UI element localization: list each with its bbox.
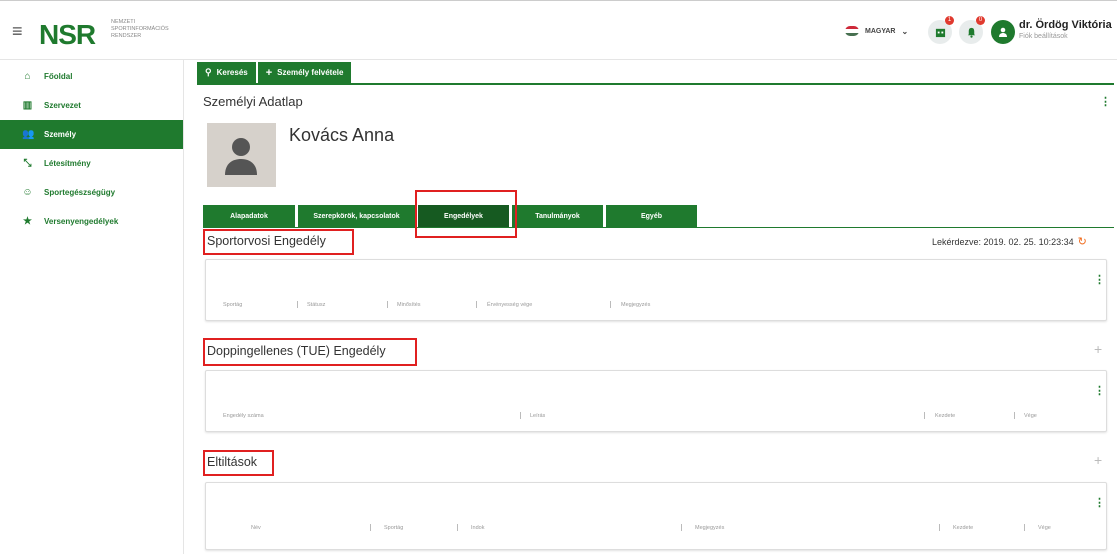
sidebar-item-facility[interactable]: ⤡ Létesítmény (0, 149, 183, 178)
star-icon: ★ (23, 216, 32, 227)
sports-medical-more-icon[interactable]: ⋮ (1094, 273, 1105, 286)
nsr-logo[interactable]: NSR (39, 19, 96, 51)
column-header[interactable]: Kezdete (935, 413, 955, 419)
column-separator (681, 524, 682, 531)
sidebar-item-organization[interactable]: ▥ Szervezet (0, 91, 183, 120)
sidebar-item-competition-licenses[interactable]: ★ Versenyengedélyek (0, 207, 183, 236)
column-header[interactable]: Minősítés (397, 302, 421, 308)
building-icon: ▥ (22, 100, 33, 111)
person-name: Kovács Anna (289, 125, 395, 145)
person-placeholder-icon (225, 138, 257, 175)
column-separator (1014, 412, 1015, 419)
user-icon (999, 27, 1007, 37)
refresh-icon[interactable]: ↻ (1078, 236, 1087, 248)
column-separator (476, 301, 477, 308)
user-avatar[interactable] (991, 20, 1015, 44)
column-separator (610, 301, 611, 308)
add-doping-icon[interactable]: + (1094, 341, 1102, 357)
plus-icon: + (265, 66, 273, 79)
column-header[interactable]: Megjegyzés (621, 302, 650, 308)
user-name[interactable]: dr. Ördög Viktória (1019, 19, 1112, 31)
tab-basic-data[interactable]: Alapadatok (203, 205, 295, 227)
highlight-doping-tue (203, 338, 417, 366)
sidebar-divider (183, 60, 184, 554)
smiley-icon: ☺ (22, 187, 33, 198)
highlight-bans (203, 450, 274, 476)
page-title: Személyi Adatlap (203, 94, 303, 109)
subtab-underline (203, 227, 1114, 228)
profile-photo (207, 123, 276, 187)
sidebar: ⌂ Főoldal ▥ Szervezet 👥 Személy ⤡ Létesí… (0, 62, 183, 236)
tab-roles-relations[interactable]: Szerepkörök, kapcsolatok (298, 205, 415, 227)
column-separator (520, 412, 521, 419)
column-separator (370, 524, 371, 531)
top-tabs: ⚲ Keresés + Személy felvétele (197, 62, 352, 83)
add-person-tab[interactable]: + Személy felvétele (257, 62, 352, 83)
column-header[interactable]: Érvényesség vége (487, 302, 532, 308)
calendar-button[interactable]: 1 (928, 16, 954, 44)
column-separator (924, 412, 925, 419)
column-header[interactable]: Sportág (223, 302, 242, 308)
notifications-badge: 0 (976, 16, 985, 25)
column-header[interactable]: Név (251, 525, 261, 531)
notifications-button[interactable]: 0 (959, 16, 985, 44)
column-header[interactable]: Leírás (530, 413, 545, 419)
column-header[interactable]: Vége (1024, 413, 1037, 419)
column-header[interactable]: Megjegyzés (695, 525, 724, 531)
column-header[interactable]: Vége (1038, 525, 1051, 531)
sidebar-item-sports-health[interactable]: ☺ Sportegészségügy (0, 178, 183, 207)
page-more-icon[interactable]: ⋮ (1100, 95, 1111, 108)
column-header[interactable]: Kezdete (953, 525, 973, 531)
language-selector[interactable]: MAGYAR ⌄ (845, 26, 908, 36)
menu-icon[interactable]: ≡ (12, 22, 23, 40)
query-timestamp: Lekérdezve: 2019. 02. 25. 10:23:34 ↻ (932, 236, 1087, 248)
arrows-icon: ⤡ (23, 158, 32, 169)
column-separator (387, 301, 388, 308)
tab-studies[interactable]: Tanulmányok (512, 205, 603, 227)
chevron-down-icon: ⌄ (901, 26, 909, 36)
bell-icon (967, 27, 975, 38)
column-separator (939, 524, 940, 531)
column-header[interactable]: Sportág (384, 525, 403, 531)
search-tab[interactable]: ⚲ Keresés (197, 62, 256, 83)
sports-medical-table: ⋮ Sportág Státusz Minősítés Érvényesség … (205, 259, 1107, 321)
top-bar: ≡ NSR NEMZETI SPORTINFORMÁCIÓS RENDSZER … (0, 0, 1117, 60)
column-header[interactable]: Indok (471, 525, 484, 531)
tab-other[interactable]: Egyéb (606, 205, 697, 227)
sidebar-item-home[interactable]: ⌂ Főoldal (0, 62, 183, 91)
doping-table: ⋮ Engedély száma Leírás Kezdete Vége (205, 370, 1107, 432)
search-icon: ⚲ (205, 67, 212, 77)
calendar-badge: 1 (945, 16, 954, 25)
home-icon: ⌂ (24, 71, 31, 82)
column-separator (297, 301, 298, 308)
hungarian-flag-icon (845, 26, 859, 36)
doping-more-icon[interactable]: ⋮ (1094, 384, 1105, 397)
column-header[interactable]: Engedély száma (223, 413, 264, 419)
tab-underline (197, 83, 1114, 85)
add-ban-icon[interactable]: + (1094, 452, 1102, 468)
account-settings-link[interactable]: Fiók beállítások (1019, 33, 1068, 40)
column-separator (1024, 524, 1025, 531)
column-separator (457, 524, 458, 531)
sidebar-item-person[interactable]: 👥 Személy (0, 120, 183, 149)
bans-table: ⋮ Név Sportág Indok Megjegyzés Kezdete V… (205, 482, 1107, 550)
column-header[interactable]: Státusz (307, 302, 325, 308)
people-icon: 👥 (22, 129, 35, 140)
bans-more-icon[interactable]: ⋮ (1094, 496, 1105, 509)
logo-subtitle: NEMZETI SPORTINFORMÁCIÓS RENDSZER (111, 19, 169, 39)
highlight-sports-medical (203, 229, 354, 255)
highlight-licenses-tab (415, 190, 517, 238)
calendar-icon (935, 28, 945, 37)
